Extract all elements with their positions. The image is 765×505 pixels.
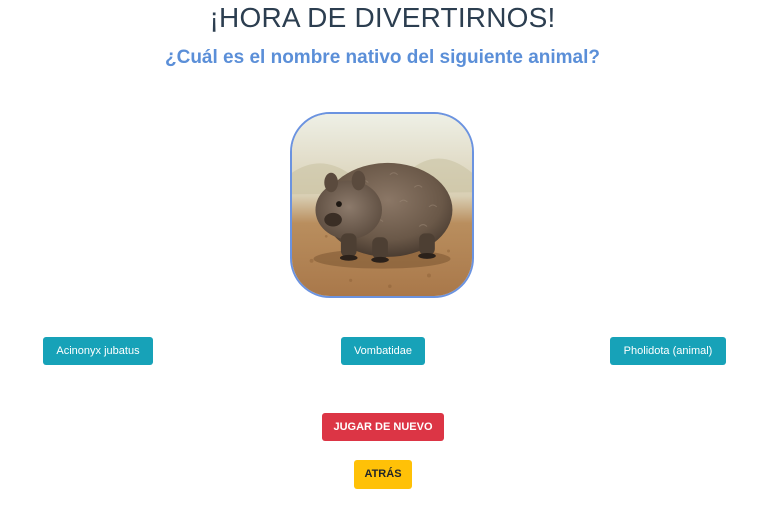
quiz-page: ¡HORA DE DIVERTIRNOS! ¿Cuál es el nombre… bbox=[0, 0, 765, 505]
answer-button-2[interactable]: Vombatidae bbox=[341, 337, 425, 365]
play-again-button[interactable]: JUGAR DE NUEVO bbox=[322, 413, 444, 441]
question-text: ¿Cuál es el nombre nativo del siguiente … bbox=[165, 47, 600, 68]
animal-image bbox=[290, 112, 474, 298]
answer-button-3[interactable]: Pholidota (animal) bbox=[610, 337, 726, 365]
wombat-illustration bbox=[292, 114, 472, 296]
page-title: ¡HORA DE DIVERTIRNOS! bbox=[209, 2, 556, 33]
back-button[interactable]: ATRÁS bbox=[354, 460, 412, 489]
answer-button-1[interactable]: Acinonyx jubatus bbox=[43, 337, 153, 365]
